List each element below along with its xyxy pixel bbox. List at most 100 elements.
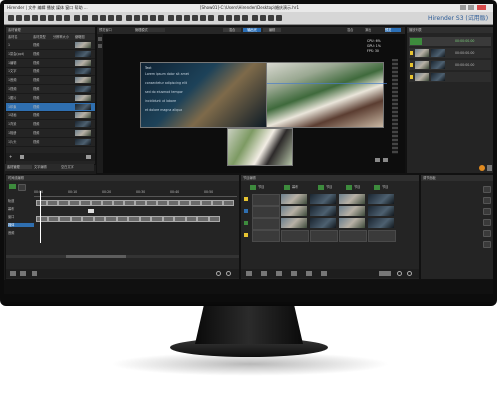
close-icon[interactable]	[477, 5, 486, 10]
prev-icon[interactable]	[150, 15, 156, 21]
preview-tab-output[interactable]: 输出光	[243, 28, 261, 32]
playhead[interactable]	[40, 191, 41, 243]
timeline-clip[interactable]	[168, 200, 179, 206]
zoom-in-icon[interactable]	[216, 271, 221, 276]
trash-icon[interactable]	[321, 271, 327, 276]
next-icon[interactable]	[158, 15, 164, 21]
layout-icon[interactable]	[108, 15, 114, 21]
prop-button[interactable]	[483, 208, 491, 215]
timeline-clip[interactable]	[135, 200, 146, 206]
menu-bar[interactable]: Hirender | 文件 编辑 播放 媒体 窗口 帮助 ...	[7, 5, 157, 10]
tag-icon[interactable]	[306, 271, 312, 276]
list-item[interactable]: 1背景 视频	[6, 120, 95, 130]
timeline-clip[interactable]	[70, 216, 82, 222]
timeline-play-button[interactable]	[9, 184, 16, 189]
link-icon[interactable]	[184, 15, 190, 21]
stage-column-label[interactable]: 节目	[326, 185, 344, 189]
timeline-clip[interactable]	[116, 216, 128, 222]
stage-cell[interactable]	[281, 194, 307, 204]
cut-icon[interactable]	[40, 15, 46, 21]
import-icon[interactable]	[10, 271, 16, 276]
timeline-clip[interactable]	[174, 216, 186, 222]
column-play-button[interactable]	[346, 185, 352, 190]
track-label[interactable]: 音频	[8, 231, 34, 235]
stage-cell[interactable]	[310, 194, 336, 204]
col-thumb[interactable]: 缩略图	[75, 35, 95, 39]
stage-cell[interactable]	[310, 218, 336, 228]
trash-icon[interactable]	[20, 155, 24, 159]
timeline-clip[interactable]	[80, 200, 91, 206]
timeline-clip[interactable]	[91, 200, 102, 206]
media-view-icon[interactable]	[86, 155, 91, 159]
preview-right-tab-show[interactable]: 演出	[365, 28, 379, 32]
prop-button[interactable]	[483, 197, 491, 204]
open-icon[interactable]	[16, 15, 22, 21]
move-tool-icon[interactable]	[98, 44, 102, 48]
stage-cell[interactable]	[339, 218, 365, 228]
stage-cell[interactable]	[368, 194, 394, 204]
col-name[interactable]: 素材名	[8, 35, 28, 39]
timeline-scrollbar[interactable]	[6, 255, 239, 258]
timeline-scroll-thumb[interactable]	[66, 255, 126, 258]
stage-cell[interactable]	[368, 206, 394, 216]
camera-icon[interactable]	[234, 15, 240, 21]
timeline-clip[interactable]	[82, 216, 94, 222]
stage-column-label[interactable]: 节目	[258, 185, 276, 189]
list-item[interactable]: 1文字 视频	[6, 67, 95, 77]
prop-button[interactable]	[483, 241, 491, 248]
settings-icon[interactable]	[92, 15, 98, 21]
stage-column-label[interactable]: 幕布	[292, 185, 310, 189]
list-item[interactable]: 1宴会(ppt) 视频	[6, 50, 95, 59]
delete-icon[interactable]	[64, 15, 70, 21]
list-item[interactable]: 1动画 视频	[6, 111, 95, 121]
timeline-clip[interactable]	[36, 200, 47, 206]
timeline-clip[interactable]	[162, 216, 174, 222]
timeline-clip[interactable]	[190, 200, 201, 206]
copy-icon[interactable]	[48, 15, 54, 21]
timeline-clip[interactable]	[146, 200, 157, 206]
prop-button[interactable]	[483, 219, 491, 226]
track-lane-1[interactable]	[36, 200, 236, 206]
timeline-clip[interactable]	[212, 200, 223, 206]
timeline-clip[interactable]	[208, 216, 220, 222]
list-item[interactable]: 1印象 视频	[6, 102, 95, 112]
timeline-clip[interactable]	[151, 216, 163, 222]
save-icon[interactable]	[24, 15, 30, 21]
grid-icon[interactable]	[116, 15, 122, 21]
playlist-settings-icon[interactable]	[487, 165, 492, 171]
column-play-button[interactable]	[318, 185, 324, 190]
track-lane-2[interactable]	[36, 208, 236, 214]
track-lane-3[interactable]	[36, 216, 221, 222]
prop-button[interactable]	[483, 230, 491, 237]
list-item[interactable]: 1音频 视频	[6, 76, 95, 86]
screen-icon[interactable]	[100, 15, 106, 21]
minimize-icon[interactable]	[460, 5, 466, 10]
zoom-out-icon[interactable]	[208, 15, 214, 21]
stage-cell[interactable]	[339, 230, 367, 242]
stage-cell[interactable]	[252, 206, 280, 218]
stage-cell[interactable]	[281, 206, 307, 216]
canvas-small-photo[interactable]	[227, 128, 293, 166]
track-label[interactable]: 轨道	[8, 199, 34, 203]
export-icon[interactable]	[20, 271, 26, 276]
stage-cell[interactable]	[252, 218, 280, 230]
play-button[interactable]	[410, 38, 422, 45]
zoom-out-icon[interactable]	[407, 271, 412, 276]
col-res[interactable]: 分辨率大小	[53, 35, 73, 39]
tab-blank-text[interactable]: 空白文字	[61, 165, 86, 169]
effect-icon[interactable]	[276, 271, 282, 276]
column-play-button[interactable]	[284, 185, 290, 190]
stage-cell[interactable]	[339, 194, 365, 204]
timeline-clip[interactable]	[36, 216, 48, 222]
preview-tab-mix[interactable]: 混合	[223, 28, 241, 32]
link-icon[interactable]	[291, 271, 297, 276]
stage-column-label[interactable]: 节目	[382, 185, 400, 189]
save-as-icon[interactable]	[32, 15, 38, 21]
new-icon[interactable]	[8, 15, 14, 21]
timeline-clip[interactable]	[113, 200, 124, 206]
timeline-clip[interactable]	[69, 200, 80, 206]
track-label[interactable]: 幕布	[8, 207, 34, 211]
timeline-clip[interactable]	[223, 200, 234, 206]
timeline-clip[interactable]	[93, 216, 105, 222]
stage-cell[interactable]	[368, 230, 396, 242]
